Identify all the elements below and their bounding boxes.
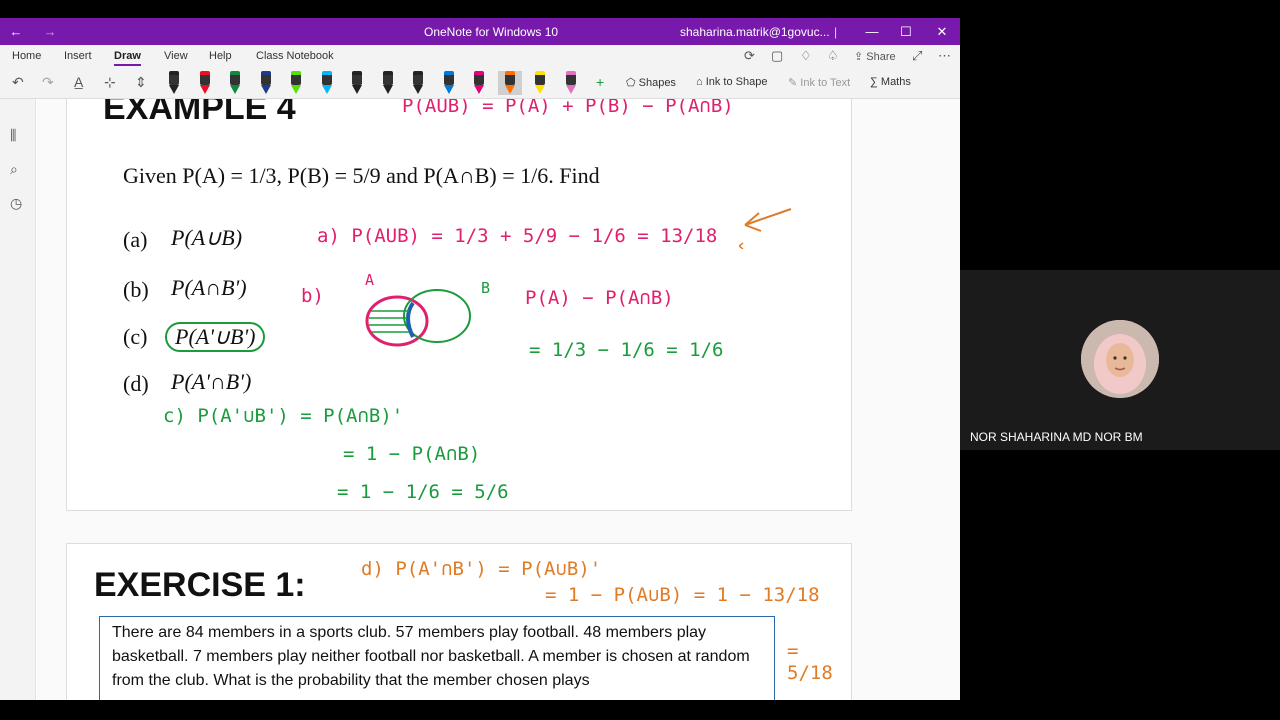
undo-icon[interactable]: ↶ — [12, 74, 24, 91]
participant-name: NOR SHAHARINA MD NOR BM — [970, 430, 1143, 444]
part-d-expr: P(A'∩B') — [171, 369, 252, 394]
problem-text: There are 84 members in a sports club. 5… — [112, 624, 750, 689]
account-name[interactable]: shaharina.matrik@1govuc... — [680, 25, 830, 39]
answer-d-line2: = 1 − P(A∪B) = 1 − 13/18 — [545, 584, 820, 606]
page-canvas[interactable]: EXAMPLE 4 P(AUB) = P(A) + P(B) − P(A∩B) … — [37, 99, 960, 700]
part-a-expr: P(A∪B) — [171, 225, 243, 250]
lightbulb-icon[interactable]: ♢ — [800, 48, 812, 64]
separator: | — [834, 25, 838, 39]
pen-13-icon[interactable] — [532, 71, 548, 95]
answer-b-line1: P(A) − P(A∩B) — [525, 287, 674, 309]
answer-c-line2: = 1 − P(A∩B) — [343, 443, 481, 465]
pen-9-icon[interactable] — [410, 71, 426, 95]
pen-2-icon[interactable] — [197, 71, 213, 95]
notification-icon[interactable]: ♤ — [827, 48, 839, 64]
title-bar: ← → OneNote for Windows 10 shaharina.mat… — [0, 18, 960, 45]
tab-view[interactable]: View — [164, 50, 188, 62]
answer-a: a) P(AUB) = 1/3 + 5/9 − 1/6 = 13/18 — [317, 225, 718, 247]
redo-icon[interactable]: ↷ — [42, 74, 54, 91]
close-icon[interactable]: ✕ — [932, 22, 952, 42]
part-c-label: (c) — [123, 324, 148, 349]
tab-insert[interactable]: Insert — [64, 50, 92, 62]
union-formula-note: P(AUB) = P(A) + P(B) − P(A∩B) — [402, 99, 734, 117]
add-pen-icon[interactable]: + — [596, 74, 604, 90]
example4-page-box: EXAMPLE 4 P(AUB) = P(A) + P(B) − P(A∩B) … — [66, 99, 852, 511]
venn-label-a: A — [365, 271, 375, 289]
tab-help[interactable]: Help — [209, 50, 232, 62]
forward-arrow-icon[interactable]: → — [40, 22, 60, 42]
tab-home[interactable]: Home — [12, 50, 41, 62]
add-space-icon[interactable]: ⇕ — [135, 74, 147, 91]
tab-class-notebook[interactable]: Class Notebook — [256, 50, 334, 62]
shapes-button[interactable]: ⬠ Shapes — [626, 76, 676, 89]
draw-toolbar: ↶ ↷ A̲ ⊹ ⇕ + ⬠ Shapes ⌂ Ink to Shape ✎ I… — [0, 69, 960, 99]
answer-c-line1: c) P(A'∪B') = P(A∩B)' — [163, 405, 404, 427]
shapes-label: Shapes — [638, 77, 676, 89]
menu-bar: Home Insert Draw View Help Class Noteboo… — [0, 45, 960, 69]
given-statement: Given P(A) = 1/3, P(B) = 5/9 and P(A∩B) … — [123, 163, 600, 188]
pen-6-icon[interactable] — [319, 71, 335, 95]
maths-label: Maths — [880, 76, 911, 88]
part-a-label: (a) — [123, 227, 148, 252]
window-title: OneNote for Windows 10 — [424, 25, 559, 39]
maximize-icon[interactable]: ☐ — [896, 22, 916, 42]
answer-b-label: b) — [301, 285, 324, 307]
onenote-window: ← → OneNote for Windows 10 shaharina.mat… — [0, 18, 960, 700]
notebooks-icon[interactable]: ⫼ — [10, 127, 16, 144]
answer-d-line1: d) P(A'∩B') = P(A∪B)' — [361, 558, 602, 580]
sync-icon[interactable]: ⟳ — [744, 48, 755, 64]
ink-to-text-label: Ink to Text — [800, 77, 851, 89]
part-c-expr: P(A'∪B') — [165, 322, 266, 352]
venn-shading — [369, 310, 409, 333]
venn-label-b: B — [481, 279, 491, 297]
pen-12-icon[interactable] — [497, 71, 522, 95]
back-arrow-icon[interactable]: ← — [6, 22, 26, 42]
pen-11-icon[interactable] — [471, 71, 487, 95]
left-nav-rail: ⫼ ⌕ ◷ — [0, 99, 36, 700]
exercise-problem-box: There are 84 members in a sports club. 5… — [99, 616, 775, 700]
example-title: EXAMPLE 4 — [103, 99, 296, 127]
maths-button[interactable]: ∑ Maths — [870, 76, 911, 88]
ink-to-text-button[interactable]: ✎ Ink to Text — [788, 76, 850, 89]
page-view-icon[interactable]: ▢ — [771, 48, 783, 64]
answer-c-line3: = 1 − 1/6 = 5/6 — [337, 481, 509, 503]
pointer-arrow-icon — [739, 208, 792, 249]
share-label: Share — [866, 51, 896, 63]
exercise-title: EXERCISE 1: — [94, 566, 306, 604]
pen-3-icon[interactable] — [227, 71, 243, 95]
ink-to-shape-button[interactable]: ⌂ Ink to Shape — [696, 76, 767, 88]
video-tile[interactable]: NOR SHAHARINA MD NOR BM — [960, 270, 1280, 450]
answer-d-line3: = 5/18 — [787, 640, 833, 684]
part-b-expr: P(A∩B') — [171, 275, 247, 300]
venn-circle-b — [403, 289, 471, 343]
pen-8-icon[interactable] — [380, 71, 396, 95]
share-button[interactable]: ⇪ Share — [854, 50, 896, 63]
minimize-icon[interactable]: — — [862, 22, 882, 42]
pen-7-icon[interactable] — [349, 71, 365, 95]
more-icon[interactable]: ⋯ — [938, 48, 951, 64]
part-b-label: (b) — [123, 277, 149, 302]
expand-icon[interactable]: ⤢ — [912, 48, 922, 64]
participant-avatar — [1081, 320, 1159, 398]
venn-diagram — [365, 289, 471, 347]
pen-10-icon[interactable] — [441, 71, 457, 95]
search-icon[interactable]: ⌕ — [10, 161, 18, 178]
part-d-label: (d) — [123, 371, 149, 396]
pen-1-icon[interactable] — [166, 71, 182, 95]
ink-to-shape-label: Ink to Shape — [705, 76, 768, 88]
pen-4-icon[interactable] — [258, 71, 274, 95]
tab-draw[interactable]: Draw — [114, 50, 141, 66]
select-text-icon[interactable]: A̲ — [74, 74, 83, 90]
pen-5-icon[interactable] — [288, 71, 304, 95]
recent-notes-icon[interactable]: ◷ — [10, 195, 22, 212]
pen-14-icon[interactable] — [563, 71, 579, 95]
lasso-select-icon[interactable]: ⊹ — [104, 74, 116, 91]
answer-b-line2: = 1/3 − 1/6 = 1/6 — [529, 339, 724, 361]
